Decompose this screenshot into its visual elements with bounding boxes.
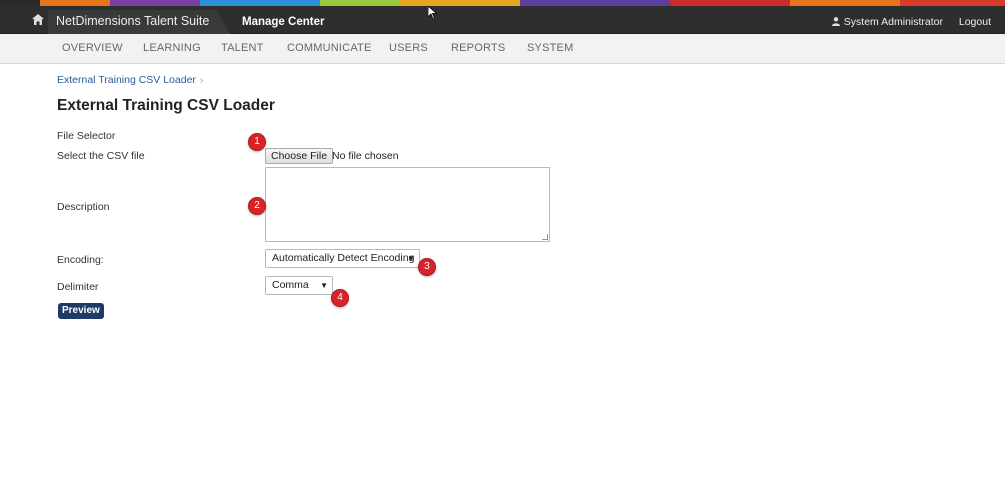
csv-file-label: Select the CSV file (57, 150, 145, 162)
annotation-marker-3: 3 (418, 258, 436, 276)
annotation-marker-4: 4 (331, 289, 349, 307)
nav-system[interactable]: SYSTEM (527, 34, 573, 64)
preview-button[interactable]: Preview (58, 303, 104, 319)
description-label: Description (57, 201, 110, 213)
section-title[interactable]: Manage Center (242, 10, 324, 34)
breadcrumb-separator: › (199, 75, 204, 86)
nav-reports[interactable]: REPORTS (451, 34, 505, 64)
dropdown-arrow-icon: ▼ (320, 281, 328, 290)
brand-name: NetDimensions Talent Suite (56, 14, 210, 28)
dropdown-arrow-icon: ▼ (407, 254, 415, 263)
file-status-text: No file chosen (332, 150, 399, 162)
choose-file-button[interactable]: Choose File (265, 148, 334, 164)
top-bar: NetDimensions Talent Suite Manage Center… (0, 6, 1005, 34)
nav-talent[interactable]: TALENT (221, 34, 264, 64)
encoding-select[interactable]: Automatically Detect Encoding ▼ (265, 249, 420, 268)
user-menu[interactable]: System Administrator (831, 10, 943, 34)
nav-learning[interactable]: LEARNING (143, 34, 201, 64)
mouse-cursor-icon (427, 5, 438, 20)
annotation-marker-2: 2 (248, 197, 266, 215)
home-icon[interactable] (32, 14, 46, 26)
nav-overview[interactable]: OVERVIEW (62, 34, 123, 64)
nav-users[interactable]: USERS (389, 34, 428, 64)
logout-link[interactable]: Logout (959, 10, 991, 34)
delimiter-selected-value: Comma (272, 279, 309, 291)
annotation-marker-1: 1 (248, 133, 266, 151)
breadcrumb-item[interactable]: External Training CSV Loader (57, 74, 196, 86)
nav-communicate[interactable]: COMMUNICATE (287, 34, 372, 64)
encoding-label: Encoding: (57, 254, 104, 266)
page-title: External Training CSV Loader (57, 97, 275, 114)
main-nav: OVERVIEW LEARNING TALENT COMMUNICATE USE… (0, 34, 1005, 64)
breadcrumb: External Training CSV Loader › (57, 74, 203, 86)
delimiter-label: Delimiter (57, 281, 99, 293)
user-icon (831, 17, 840, 26)
delimiter-select[interactable]: Comma ▼ (265, 276, 333, 295)
brand-tab[interactable]: NetDimensions Talent Suite (48, 10, 230, 34)
user-name: System Administrator (843, 16, 943, 28)
file-selector-label: File Selector (57, 130, 116, 142)
encoding-selected-value: Automatically Detect Encoding (272, 252, 415, 264)
resize-grip-icon[interactable] (542, 234, 548, 240)
description-textarea[interactable] (265, 167, 550, 242)
